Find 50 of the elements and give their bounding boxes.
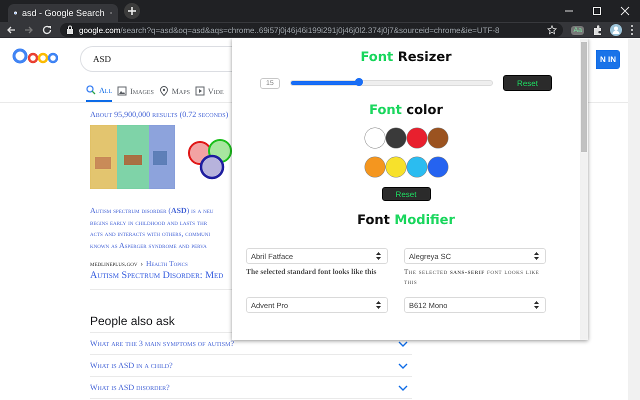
reset-button[interactable]: Reset [382, 187, 430, 201]
question-row[interactable]: What is ASD in a child? [90, 355, 412, 377]
section-title: Font color [369, 103, 443, 118]
logo-drawing [12, 48, 58, 66]
address-bar[interactable]: google.com/search?q=asd&oq=asd&aqs=chrome..69i57j0j46j46i199i291j0j46j0l2.374j0j7&sourceid=chrome&ie=UTF-8 [60, 23, 564, 37]
menu-icon[interactable] [630, 24, 634, 36]
reset-button[interactable]: Reset [503, 75, 552, 91]
avatar-icon[interactable] [610, 24, 622, 36]
close-icon[interactable] [620, 6, 630, 16]
sort-arrows-icon [376, 301, 381, 309]
chevron-icon[interactable] [398, 362, 408, 370]
reload-icon[interactable] [42, 25, 52, 35]
color-swatch[interactable] [386, 157, 406, 177]
search-tab[interactable]: Maps [158, 80, 190, 102]
play-icon [194, 86, 205, 96]
sort-arrows-icon [376, 252, 381, 260]
sign-in-button[interactable]: N IN [596, 50, 620, 68]
color-swatch[interactable] [428, 128, 448, 148]
search-tab[interactable]: All [86, 80, 112, 102]
back-icon[interactable] [6, 25, 16, 35]
scrollbar[interactable] [580, 38, 588, 340]
section-title: Font Resizer [360, 50, 452, 65]
color-swatch[interactable] [364, 157, 384, 177]
section-title: Font Modifier [357, 213, 455, 228]
color-swatch[interactable] [386, 128, 406, 148]
color-swatch[interactable] [406, 128, 426, 148]
search-tab[interactable]: Vide [194, 80, 224, 102]
maximize-icon[interactable] [592, 6, 602, 16]
browser-tab[interactable]: asd - Google Search [8, 4, 118, 22]
search-tab[interactable]: Images [117, 80, 154, 102]
star-icon[interactable] [547, 25, 558, 35]
color-swatch[interactable] [428, 157, 448, 177]
result-stats: About 95,900,000 results (0.72 seconds) [90, 110, 230, 119]
slider-thumb[interactable] [355, 78, 364, 86]
image-icon [117, 86, 128, 96]
search-icon [86, 85, 96, 95]
chevron-icon[interactable] [398, 384, 408, 392]
color-swatch[interactable] [406, 157, 426, 177]
chevron-icon[interactable] [398, 340, 408, 348]
sort-arrows-icon [534, 252, 539, 260]
pin-icon [158, 86, 169, 96]
forward-icon[interactable] [24, 25, 34, 35]
scrollbar[interactable] [628, 38, 640, 400]
puzzle-icon[interactable] [592, 24, 602, 36]
lock-icon [66, 25, 74, 35]
slider-track[interactable] [290, 80, 493, 86]
color-swatch[interactable] [364, 128, 384, 148]
sort-arrows-icon [534, 301, 539, 309]
question-row[interactable]: What is ASD disorder? [90, 377, 412, 399]
new-tab-icon[interactable] [124, 2, 140, 18]
